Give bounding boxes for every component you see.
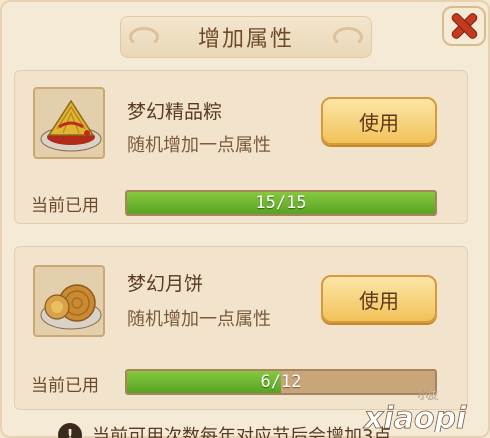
dialog-title-bar: 增加属性 bbox=[120, 16, 372, 58]
attribute-dialog: 增加属性 梦幻精品粽 随机增加一点属性 使用 当前已用 15/15 梦幻月饼 随… bbox=[0, 0, 490, 438]
item-name: 梦幻精品粽 bbox=[127, 101, 223, 123]
dialog-title: 增加属性 bbox=[197, 27, 294, 52]
item-name: 梦幻月饼 bbox=[127, 273, 204, 295]
info-icon: ! bbox=[58, 423, 82, 438]
close-icon bbox=[450, 12, 478, 40]
site-watermark: 小皮 xiaopi bbox=[360, 386, 478, 437]
usage-progress-bar: 15/15 bbox=[125, 190, 437, 216]
used-count-label: 当前已用 bbox=[31, 376, 99, 396]
mooncake-icon bbox=[33, 265, 105, 337]
item-card: 梦幻精品粽 随机增加一点属性 使用 当前已用 15/15 bbox=[14, 70, 468, 224]
cloud-ornament-icon bbox=[129, 27, 159, 47]
zongzi-icon bbox=[33, 87, 105, 159]
close-button[interactable] bbox=[442, 6, 486, 46]
used-count-label: 当前已用 bbox=[31, 196, 99, 216]
use-button[interactable]: 使用 bbox=[321, 97, 437, 145]
cloud-ornament-icon bbox=[333, 27, 363, 47]
footer-note-text: 当前可用次数每年对应节后会增加3点 bbox=[92, 426, 392, 438]
item-description: 随机增加一点属性 bbox=[127, 135, 271, 156]
use-button[interactable]: 使用 bbox=[321, 275, 437, 323]
progress-text: 15/15 bbox=[255, 193, 307, 213]
watermark-text: xiaopi bbox=[362, 401, 467, 432]
item-description: 随机增加一点属性 bbox=[127, 309, 271, 330]
footer-note: ! 当前可用次数每年对应节后会增加3点 bbox=[58, 422, 391, 438]
